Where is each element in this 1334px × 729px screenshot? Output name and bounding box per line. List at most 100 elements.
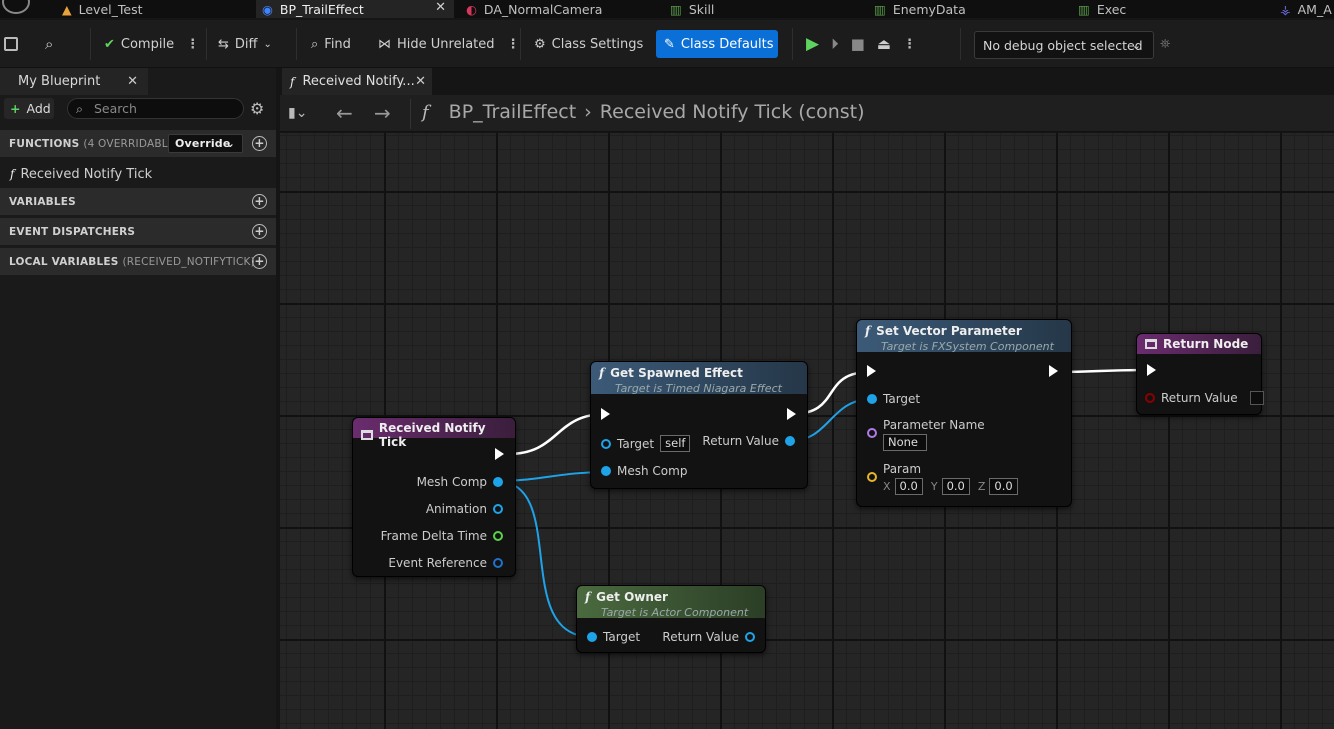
pin-connector	[601, 466, 611, 476]
breadcrumb-leaf: Received Notify Tick (const)	[599, 101, 865, 123]
unreal-logo-icon[interactable]	[2, 0, 30, 14]
tab-my-blueprint[interactable]: My Blueprint ✕	[0, 68, 148, 95]
y-field[interactable]: 0.0	[941, 478, 970, 495]
exec-in-pin[interactable]	[1147, 364, 1156, 376]
class-settings-button[interactable]: ⚙ Class Settings	[534, 30, 643, 58]
tab-am[interactable]: ⚶ AM_A	[1278, 0, 1334, 18]
add-variable-icon[interactable]: +	[252, 194, 267, 209]
local-variables-section[interactable]: LOCAL VARIABLES (RECEIVED_NOTIFYTICK) +	[0, 248, 276, 275]
add-local-variable-icon[interactable]: +	[252, 254, 267, 269]
z-field[interactable]: 0.0	[989, 478, 1018, 495]
add-event-dispatcher-icon[interactable]: +	[252, 224, 267, 239]
exec-out-pin[interactable]	[787, 408, 796, 420]
exec-out-pin[interactable]	[1049, 365, 1058, 377]
return-value-pin[interactable]: Return Value	[702, 434, 795, 448]
forward-arrow-icon[interactable]: →	[374, 101, 391, 125]
tab-received-notify[interactable]: f Received Notify... ✕	[282, 68, 432, 95]
close-icon[interactable]: ✕	[127, 74, 138, 89]
return-node-header: Return Node	[1137, 334, 1261, 354]
exec-in-pin[interactable]	[867, 365, 876, 377]
function-item-received-notify-tick[interactable]: f Received Notify Tick	[0, 163, 276, 185]
return-value-checkbox[interactable]	[1249, 391, 1264, 405]
tab-skill[interactable]: ▥ Skill	[668, 0, 868, 18]
graph-breadcrumb-bar: ▮⌄ ← → f BP_TrailEffect › Received Notif…	[280, 95, 1334, 132]
toolbar-divider	[520, 28, 521, 60]
target-pin[interactable]: Target self	[601, 435, 691, 452]
save-icon	[4, 37, 18, 51]
pin-connector	[493, 504, 503, 514]
diff-button[interactable]: ⇆ Diff ⌄	[218, 30, 272, 58]
set-vector-parameter-node[interactable]: f Set Vector Parameter Target is FXSystem…	[856, 319, 1072, 507]
hide-unrelated-button[interactable]: ⋈ Hide Unrelated ⋮	[378, 30, 520, 58]
add-button[interactable]: + Add	[4, 98, 54, 119]
return-value-pin[interactable]: Return Value	[662, 630, 755, 644]
gear-icon: ⚙	[534, 36, 546, 52]
target-pin[interactable]: Target	[587, 630, 640, 644]
my-blueprint-panel: My Blueprint ✕ + Add ⌕ Search ⚙ FUNCTION…	[0, 68, 276, 729]
close-tab-icon[interactable]: ✕	[435, 0, 446, 15]
more-options-icon[interactable]: ⋮	[507, 37, 520, 52]
eject-icon[interactable]: ⏏	[877, 35, 891, 53]
stop-icon[interactable]: ■	[851, 35, 865, 53]
step-icon[interactable]: ⏵	[831, 35, 839, 53]
graph-canvas[interactable]: Received Notify Tick Mesh Comp Animation…	[280, 133, 1334, 729]
tab-bp-trail-effect[interactable]: ◉ BP_TrailEffect ✕	[256, 0, 454, 18]
param-pin[interactable]: Param X 0.0 Y 0.0 Z 0.0	[867, 462, 1018, 495]
parameter-name-pin[interactable]: Parameter Name None	[867, 418, 985, 451]
compile-button[interactable]: ✔ Compile ⋮	[104, 30, 199, 58]
exec-out-pin[interactable]	[495, 448, 504, 460]
exec-in-pin[interactable]	[601, 408, 610, 420]
get-spawned-effect-node[interactable]: f Get Spawned Effect Target is Timed Niag…	[590, 361, 808, 489]
event-dispatchers-section[interactable]: EVENT DISPATCHERS +	[0, 218, 276, 245]
entry-node[interactable]: Received Notify Tick Mesh Comp Animation…	[352, 417, 516, 577]
target-pin[interactable]: Target	[867, 392, 920, 406]
functions-section[interactable]: FUNCTIONS (4 OVERRIDABLE) Override ⌄ +	[0, 130, 276, 157]
play-icon[interactable]: ▶	[806, 34, 819, 54]
get-spawned-effect-header: f Get Spawned Effect Target is Timed Niag…	[591, 362, 807, 395]
bookmark-icon[interactable]: ▮⌄	[288, 105, 307, 121]
tab-exec[interactable]: ▥ Exec	[1076, 0, 1276, 18]
breadcrumb-root[interactable]: BP_TrailEffect	[449, 101, 577, 123]
animation-pin[interactable]: Animation	[426, 502, 503, 516]
find-button[interactable]: ⌕ Find	[311, 30, 351, 58]
add-function-icon[interactable]: +	[252, 136, 267, 151]
tab-enemy-data[interactable]: ▥ EnemyData	[872, 0, 1072, 18]
variables-section[interactable]: VARIABLES +	[0, 188, 276, 215]
tab-da-normal-camera[interactable]: ◐ DA_NormalCamera	[462, 0, 662, 18]
close-icon[interactable]: ✕	[415, 74, 426, 89]
get-owner-node[interactable]: f Get Owner Target is Actor Component Tar…	[576, 585, 766, 653]
chevron-right-icon: ›	[584, 101, 592, 123]
event-reference-pin[interactable]: Event Reference	[388, 556, 503, 570]
data-asset-icon: ◐	[466, 1, 477, 17]
toolbar-divider	[206, 28, 207, 60]
hide-unrelated-icon: ⋈	[378, 36, 391, 52]
save-button[interactable]	[4, 30, 18, 58]
target-value-field[interactable]: self	[660, 435, 691, 452]
toolbar-divider	[296, 28, 297, 60]
function-icon: f	[585, 590, 591, 604]
class-defaults-button[interactable]: ✎ Class Defaults	[656, 30, 778, 58]
mesh-comp-pin[interactable]: Mesh Comp	[417, 475, 503, 489]
search-icon: ⌕	[76, 101, 84, 116]
compile-options-icon[interactable]: ⋮	[186, 37, 199, 52]
tab-level-test[interactable]: ▲ Level_Test	[56, 0, 256, 18]
frame-delta-time-pin[interactable]: Frame Delta Time	[381, 529, 503, 543]
return-node[interactable]: Return Node Return Value	[1136, 333, 1264, 415]
function-icon: f	[599, 366, 605, 380]
back-arrow-icon[interactable]: ←	[336, 101, 353, 125]
parameter-name-field[interactable]: None	[883, 434, 927, 451]
play-options-icon[interactable]: ⋮	[903, 37, 916, 52]
plus-icon: +	[10, 101, 21, 116]
toolbar-divider	[90, 28, 91, 60]
return-value-pin[interactable]: Return Value	[1145, 391, 1264, 405]
search-input[interactable]: ⌕ Search	[67, 98, 244, 119]
x-field[interactable]: 0.0	[894, 478, 923, 495]
function-icon: f	[10, 167, 15, 181]
debug-object-dropdown[interactable]: No debug object selected ⌄	[974, 31, 1154, 59]
gear-icon[interactable]: ⚙	[250, 99, 264, 118]
browse-button[interactable]: ⌕	[45, 30, 53, 58]
debug-filter-icon[interactable]: ⛯	[1160, 30, 1170, 58]
chevron-down-icon: ⌄	[263, 38, 272, 50]
mesh-comp-input-pin[interactable]: Mesh Comp	[601, 464, 687, 478]
override-dropdown[interactable]: Override ⌄	[168, 134, 243, 153]
